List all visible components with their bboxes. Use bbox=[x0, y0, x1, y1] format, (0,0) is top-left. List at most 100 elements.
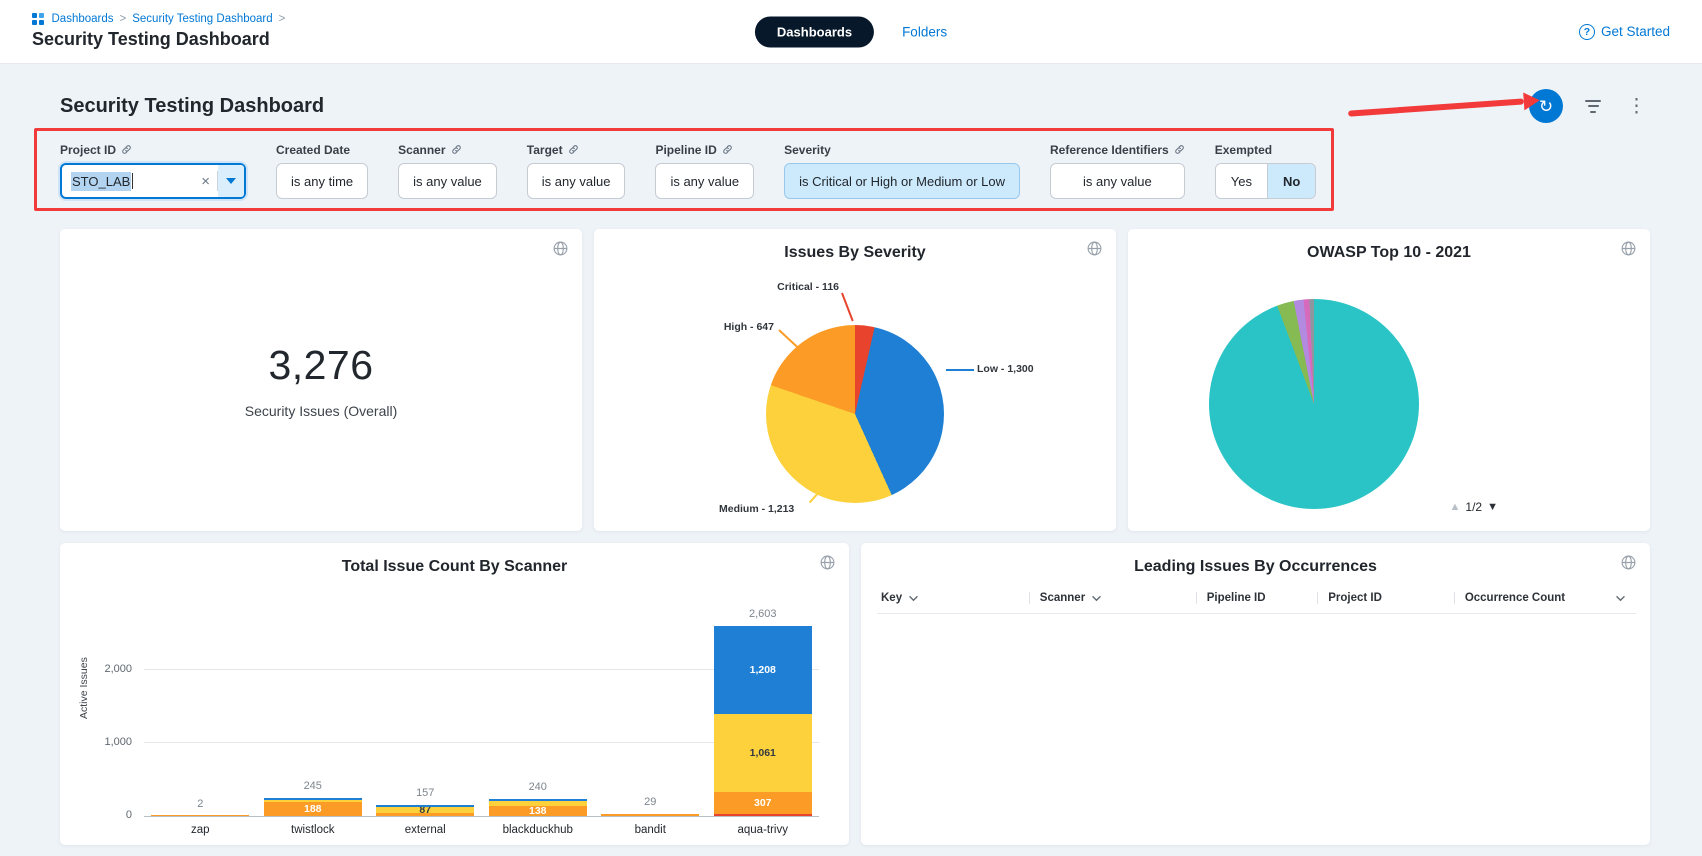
bar-column-zap: 2zap bbox=[144, 620, 257, 816]
page-down-icon[interactable]: ▼ bbox=[1487, 501, 1498, 513]
dashboard-title: Security Testing Dashboard bbox=[60, 95, 324, 118]
owasp-top-10-tile: OWASP Top 10 - 2021 ▲ 1/2 ▼ bbox=[1128, 229, 1650, 531]
pie-label-high: High - 647 bbox=[659, 321, 774, 333]
top-bar: Dashboards > Security Testing Dashboard … bbox=[0, 0, 1702, 64]
breadcrumb-separator: > bbox=[279, 13, 286, 25]
dropdown-arrow-icon[interactable] bbox=[218, 165, 244, 197]
scanner-filter-button[interactable]: is any value bbox=[398, 163, 497, 199]
annotation-arrow bbox=[1347, 89, 1540, 124]
globe-icon[interactable] bbox=[552, 240, 569, 257]
column-label: Scanner bbox=[1040, 592, 1085, 604]
severity-filter-button[interactable]: is Critical or High or Medium or Low bbox=[784, 163, 1020, 199]
occurrences-tile-title: Leading Issues By Occurrences bbox=[861, 558, 1650, 576]
pie-label-medium: Medium - 1,213 bbox=[719, 503, 794, 515]
refresh-icon: ↻ bbox=[1539, 98, 1553, 115]
globe-icon[interactable] bbox=[819, 554, 836, 571]
dashboards-grid-icon bbox=[32, 13, 44, 25]
column-header-project-id[interactable]: Project ID bbox=[1317, 592, 1454, 604]
column-header-scanner[interactable]: Scanner bbox=[1029, 592, 1196, 604]
kebab-menu-icon[interactable]: ⋮ bbox=[1623, 95, 1650, 118]
bar-segment-label: 1,208 bbox=[750, 664, 776, 676]
x-axis-label: twistlock bbox=[257, 824, 370, 836]
y-tick-label: 0 bbox=[126, 809, 132, 821]
leader-line-high bbox=[778, 329, 802, 352]
leader-line-critical bbox=[841, 293, 854, 322]
filter-label-created-date: Created Date bbox=[276, 142, 368, 157]
breadcrumb-link-current[interactable]: Security Testing Dashboard bbox=[132, 13, 272, 25]
page-up-icon[interactable]: ▲ bbox=[1450, 501, 1461, 513]
breadcrumb-link-dashboards[interactable]: Dashboards bbox=[52, 13, 114, 25]
table-header-row: Key Scanner Pipeline ID Project ID Occ bbox=[877, 592, 1636, 614]
owasp-pagination: ▲ 1/2 ▼ bbox=[1450, 500, 1498, 514]
bar-total-label: 2,603 bbox=[707, 608, 820, 620]
bar-column-aqua-trivy: 3071,0611,2082,603aqua-trivy bbox=[707, 620, 820, 816]
bar-segment-label: 188 bbox=[304, 803, 322, 815]
bar-column-external: 87157external bbox=[369, 620, 482, 816]
sort-chevron-icon bbox=[908, 595, 919, 602]
bar-stack bbox=[601, 814, 699, 816]
sort-chevron-icon bbox=[1615, 595, 1626, 602]
tiles-row-2: Total Issue Count By Scanner Active Issu… bbox=[60, 543, 1650, 845]
bar-stack: 188 bbox=[264, 798, 362, 816]
overall-count-value: 3,276 bbox=[268, 342, 373, 389]
clear-icon[interactable]: × bbox=[194, 173, 217, 190]
x-axis-label: aqua-trivy bbox=[707, 824, 820, 836]
bar-segment-label: 138 bbox=[529, 805, 547, 817]
x-axis-label: external bbox=[369, 824, 482, 836]
column-label: Pipeline ID bbox=[1207, 592, 1266, 604]
column-header-key[interactable]: Key bbox=[877, 592, 1029, 604]
severity-pie bbox=[766, 325, 944, 503]
bar-column-twistlock: 188245twistlock bbox=[257, 620, 370, 816]
exempted-toggle: Yes No bbox=[1215, 163, 1317, 199]
column-header-occurrence-count[interactable]: Occurrence Count bbox=[1454, 592, 1636, 604]
bar-column-blackduckhub: 138240blackduckhub bbox=[482, 620, 595, 816]
globe-icon[interactable] bbox=[1620, 240, 1637, 257]
bar-stack: 138 bbox=[489, 799, 587, 817]
created-date-filter-button[interactable]: is any time bbox=[276, 163, 368, 199]
filter-label-project-id: Project ID bbox=[60, 142, 246, 157]
column-label: Occurrence Count bbox=[1465, 592, 1565, 604]
bar-segment-high bbox=[151, 815, 249, 816]
dashboard-actions: ↻ ⋮ bbox=[1529, 89, 1650, 123]
refresh-button[interactable]: ↻ bbox=[1529, 89, 1563, 123]
bar-segment-label: 307 bbox=[754, 797, 772, 809]
bar-segment-high bbox=[601, 814, 699, 816]
filter-label-text: Scanner bbox=[398, 143, 445, 157]
filter-created-date: Created Date is any time bbox=[276, 142, 368, 199]
bar-segment-medium: 1,061 bbox=[714, 714, 812, 791]
bar-segment-low bbox=[264, 798, 362, 799]
scanner-bar-chart: 01,0002,0002zap188245twistlock87157exter… bbox=[144, 620, 819, 817]
top-bar-left: Dashboards > Security Testing Dashboard … bbox=[32, 13, 285, 50]
exempted-no-button[interactable]: No bbox=[1267, 164, 1315, 198]
overall-count-wrap: 3,276 Security Issues (Overall) bbox=[60, 229, 582, 531]
leader-line-low bbox=[946, 369, 974, 371]
total-issue-count-by-scanner-tile: Total Issue Count By Scanner Active Issu… bbox=[60, 543, 849, 845]
project-id-combobox[interactable]: STO_LAB × bbox=[60, 163, 246, 199]
bar-total-label: 2 bbox=[144, 798, 257, 810]
bar-segment-medium bbox=[264, 800, 362, 803]
filter-scanner: Scanner is any value bbox=[398, 142, 497, 199]
issues-by-severity-tile: Issues By Severity Critical - 116 High -… bbox=[594, 229, 1116, 531]
filter-bar: Project ID STO_LAB × Created Date is any… bbox=[60, 142, 1316, 199]
reference-identifiers-filter-button[interactable]: is any value bbox=[1050, 163, 1185, 199]
text-cursor bbox=[132, 173, 133, 189]
exempted-yes-button[interactable]: Yes bbox=[1216, 164, 1267, 198]
bar-stack: 87 bbox=[376, 805, 474, 816]
x-axis-label: bandit bbox=[594, 824, 707, 836]
breadcrumb: Dashboards > Security Testing Dashboard … bbox=[32, 13, 285, 25]
filter-label-text: Reference Identifiers bbox=[1050, 143, 1169, 157]
sort-chevron-icon bbox=[1091, 595, 1102, 602]
filter-icon[interactable] bbox=[1581, 96, 1605, 117]
column-header-pipeline-id[interactable]: Pipeline ID bbox=[1196, 592, 1317, 604]
bar-segment-high: 307 bbox=[714, 792, 812, 814]
link-icon bbox=[121, 144, 132, 155]
bar-total-label: 29 bbox=[594, 796, 707, 808]
get-started-link[interactable]: ? Get Started bbox=[1579, 24, 1670, 40]
target-filter-button[interactable]: is any value bbox=[527, 163, 626, 199]
link-icon bbox=[568, 144, 579, 155]
tab-dashboards[interactable]: Dashboards bbox=[755, 16, 874, 47]
tab-folders[interactable]: Folders bbox=[902, 24, 947, 39]
globe-icon[interactable] bbox=[1620, 554, 1637, 571]
dashboard-content: Security Testing Dashboard ↻ ⋮ Project I… bbox=[0, 64, 1702, 856]
pipeline-id-filter-button[interactable]: is any value bbox=[655, 163, 754, 199]
